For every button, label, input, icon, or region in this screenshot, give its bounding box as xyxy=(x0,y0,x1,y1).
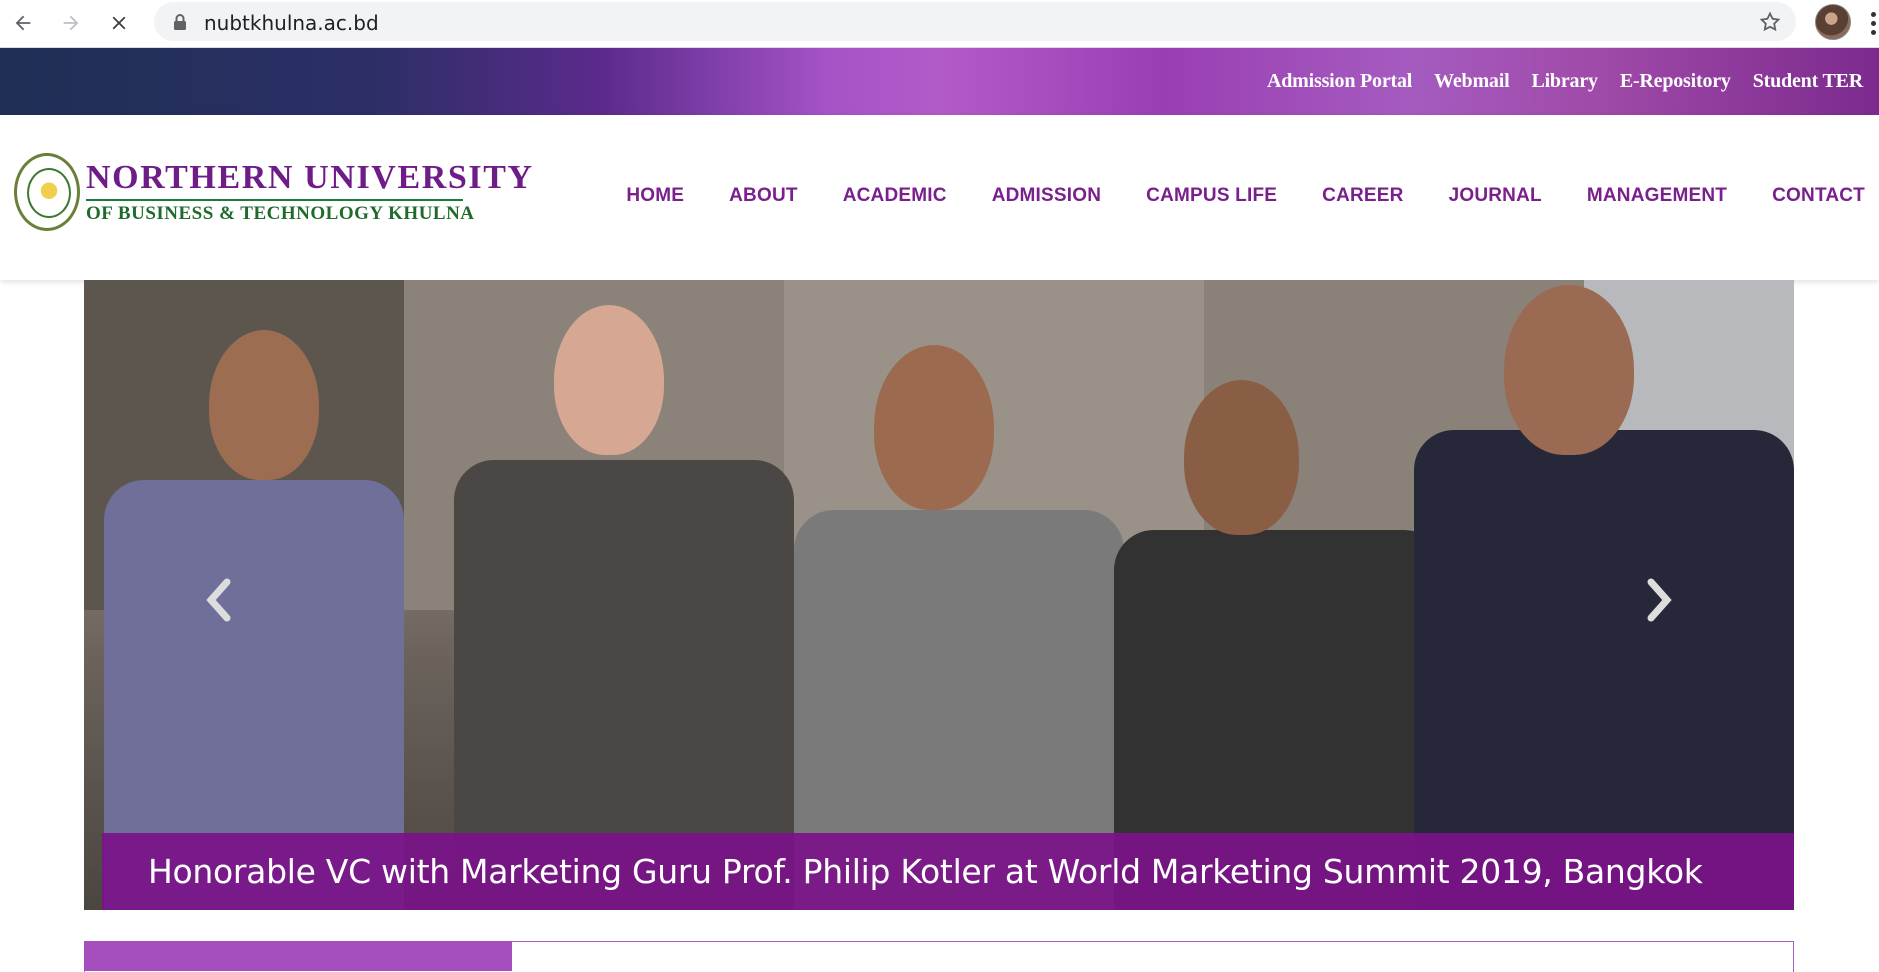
library-link[interactable]: Library xyxy=(1531,70,1598,93)
nav-journal[interactable]: JOURNAL xyxy=(1449,185,1542,207)
site-header: NORTHERN UNIVERSITY OF BUSINESS & TECHNO… xyxy=(0,115,1879,280)
e-repository-link[interactable]: E-Repository xyxy=(1620,70,1731,93)
stop-button[interactable] xyxy=(104,8,134,38)
back-button[interactable] xyxy=(8,8,38,38)
url-text: nubtkhulna.ac.bd xyxy=(204,11,379,35)
kebab-menu-icon[interactable] xyxy=(1869,10,1879,36)
slide-caption-text: Honorable VC with Marketing Guru Prof. P… xyxy=(148,852,1703,891)
admission-portal-link[interactable]: Admission Portal xyxy=(1267,70,1412,93)
address-bar[interactable]: nubtkhulna.ac.bd xyxy=(154,2,1796,41)
nav-admission[interactable]: ADMISSION xyxy=(992,185,1101,207)
utility-bar: Admission Portal Webmail Library E-Repos… xyxy=(0,48,1879,115)
arrow-left-icon xyxy=(15,15,31,31)
nav-academic[interactable]: ACADEMIC xyxy=(843,185,947,207)
nav-about[interactable]: ABOUT xyxy=(729,185,798,207)
forward-button[interactable] xyxy=(56,8,86,38)
star-icon[interactable] xyxy=(1758,10,1782,34)
student-ter-link[interactable]: Student TER xyxy=(1753,70,1863,93)
webmail-link[interactable]: Webmail xyxy=(1434,70,1509,93)
section-tab-active[interactable] xyxy=(84,941,512,971)
nav-career[interactable]: CAREER xyxy=(1322,185,1403,207)
nav-campus-life[interactable]: CAMPUS LIFE xyxy=(1146,185,1277,207)
slide-caption: Honorable VC with Marketing Guru Prof. P… xyxy=(102,833,1794,910)
chevron-left-icon[interactable] xyxy=(199,570,239,630)
nav-management[interactable]: MANAGEMENT xyxy=(1587,185,1727,207)
close-icon xyxy=(112,16,126,30)
nav-home[interactable]: HOME xyxy=(626,185,684,207)
brand-divider xyxy=(86,199,463,201)
brand-title[interactable]: NORTHERN UNIVERSITY xyxy=(86,159,534,197)
main-navigation: HOME ABOUT ACADEMIC ADMISSION CAMPUS LIF… xyxy=(581,185,1865,207)
hero-carousel[interactable]: Honorable VC with Marketing Guru Prof. P… xyxy=(84,280,1794,910)
profile-avatar[interactable] xyxy=(1815,4,1851,40)
arrow-right-icon xyxy=(63,15,79,31)
utility-links: Admission Portal Webmail Library E-Repos… xyxy=(1245,48,1863,115)
browser-toolbar: nubtkhulna.ac.bd xyxy=(0,0,1879,48)
slide-photo xyxy=(84,280,1794,910)
university-seal-logo[interactable] xyxy=(14,153,80,231)
nav-contact[interactable]: CONTACT xyxy=(1772,185,1865,207)
brand-subtitle[interactable]: OF BUSINESS & TECHNOLOGY KHULNA xyxy=(86,203,475,225)
lock-icon xyxy=(174,14,186,30)
chevron-right-icon[interactable] xyxy=(1639,570,1679,630)
